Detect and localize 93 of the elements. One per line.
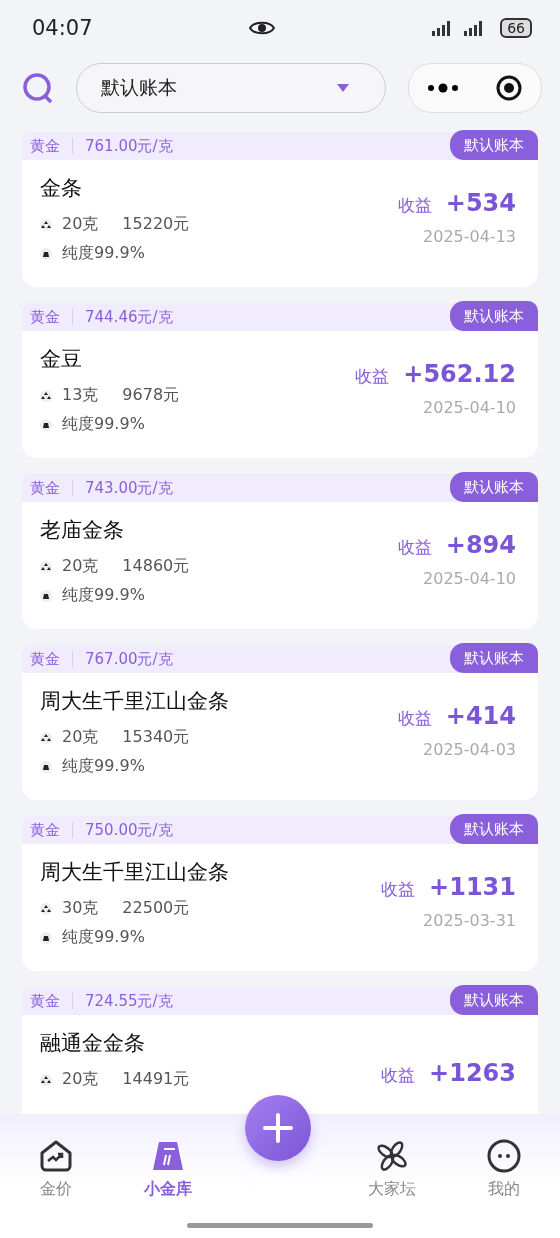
nav-tab[interactable]: 金价 (0, 1115, 112, 1238)
purity-text: 纯度99.9% (62, 927, 145, 948)
account-tag: 默认账本 (450, 301, 538, 331)
account-tag: 默认账本 (450, 643, 538, 673)
profit-label: 收益 (397, 707, 432, 730)
account-tag: 默认账本 (450, 814, 538, 844)
category-label: 黄金 (30, 649, 60, 669)
profit-label: 收益 (355, 365, 390, 388)
purity-text: 纯度99.9% (62, 756, 145, 777)
unit-price: 761.00元/克 (85, 136, 173, 156)
holding-card[interactable]: 周大生千里江山金条 20克 15340元 纯度99.9% 收益 +414 2025-04-03 (22, 673, 538, 800)
amount-text: 15340元 (122, 727, 190, 748)
item-name: 金豆 (40, 346, 83, 373)
account-selector[interactable]: 默认账本 (76, 63, 386, 113)
weight-text: 13克 (62, 385, 99, 406)
dropdown-caret-icon (337, 84, 349, 92)
face-circle-icon (486, 1139, 522, 1173)
item-name: 金条 (40, 175, 83, 202)
weight-text: 20克 (62, 214, 99, 235)
amount-text: 9678元 (122, 385, 180, 406)
plus-icon (263, 1113, 293, 1143)
purchase-date: 2025-04-13 (423, 227, 516, 246)
holding-card[interactable]: 金条 20克 15220元 纯度99.9% 收益 +534 2025-04-13 (22, 160, 538, 287)
category-label: 黄金 (30, 991, 60, 1011)
unit-price: 743.00元/克 (85, 478, 173, 498)
unit-price: 724.55元/克 (85, 991, 173, 1011)
weight-text: 20克 (62, 556, 99, 577)
weight-icon (40, 902, 52, 915)
ingot-icon (40, 418, 52, 431)
item-name: 周大生千里江山金条 (40, 688, 229, 715)
add-button[interactable] (245, 1095, 311, 1161)
weight-icon (40, 560, 52, 573)
unit-price: 750.00元/克 (85, 820, 173, 840)
close-target-icon[interactable] (495, 74, 523, 102)
more-icon[interactable] (427, 83, 459, 93)
profit-value: +414 (445, 702, 516, 730)
category-label: 黄金 (30, 820, 60, 840)
weight-icon (40, 731, 52, 744)
profit-label: 收益 (397, 536, 432, 559)
profit-label: 收益 (381, 878, 416, 901)
holding-card[interactable]: 金豆 13克 9678元 纯度99.9% 收益 +562.12 2025-04-10 (22, 331, 538, 458)
purity-text: 纯度99.9% (62, 414, 145, 435)
pinwheel-icon (374, 1139, 410, 1173)
item-name: 老庙金条 (40, 517, 125, 544)
ingot-icon (40, 247, 52, 260)
amount-text: 22500元 (122, 898, 190, 919)
category-label: 黄金 (30, 136, 60, 156)
profit-value: +1263 (429, 1058, 516, 1087)
ingot-icon (150, 1139, 186, 1173)
item-name: 周大生千里江山金条 (40, 859, 229, 886)
profit-value: +534 (445, 189, 516, 217)
account-tag: 默认账本 (450, 472, 538, 502)
status-time: 04:07 (32, 16, 93, 40)
profit-label: 收益 (381, 1063, 416, 1087)
chart-house-icon (38, 1139, 74, 1173)
purchase-date: 2025-04-03 (423, 740, 516, 759)
amount-text: 14491元 (122, 1069, 190, 1090)
purchase-date: 2025-04-10 (423, 569, 516, 588)
search-icon[interactable] (22, 72, 54, 104)
profit-value: +894 (445, 531, 516, 559)
amount-text: 14860元 (122, 556, 190, 577)
nav-tab[interactable]: 小金库 (112, 1115, 224, 1238)
holding-card[interactable]: 周大生千里江山金条 30克 22500元 纯度99.9% 收益 +1131 2025-03-31 (22, 844, 538, 971)
purity-text: 纯度99.9% (62, 243, 145, 264)
battery-level: 66 (500, 18, 532, 38)
ingot-icon (40, 931, 52, 944)
ingot-icon (40, 589, 52, 602)
unit-price: 767.00元/克 (85, 649, 173, 669)
nav-tab[interactable]: 大家坛 (336, 1115, 448, 1238)
account-tag: 默认账本 (450, 985, 538, 1015)
weight-text: 20克 (62, 727, 99, 748)
profit-value: +562.12 (403, 360, 516, 388)
unit-price: 744.46元/克 (85, 307, 173, 327)
nav-tab[interactable]: 我的 (448, 1115, 560, 1238)
weight-text: 30克 (62, 898, 99, 919)
profit-value: +1131 (429, 873, 516, 901)
weight-text: 20克 (62, 1069, 99, 1090)
holding-card[interactable]: 融通金金条 20克 14491元 收益 +1263 (22, 1015, 538, 1114)
ingot-icon (40, 760, 52, 773)
amount-text: 15220元 (122, 214, 190, 235)
weight-icon (40, 218, 52, 231)
category-label: 黄金 (30, 307, 60, 327)
eye-icon (249, 20, 276, 36)
purchase-date: 2025-03-31 (423, 911, 516, 930)
purchase-date: 2025-04-10 (423, 398, 516, 417)
holding-card[interactable]: 老庙金条 20克 14860元 纯度99.9% 收益 +894 2025-04-10 (22, 502, 538, 629)
weight-icon (40, 1073, 52, 1086)
account-tag: 默认账本 (450, 130, 538, 160)
profit-label: 收益 (397, 194, 432, 217)
purity-text: 纯度99.9% (62, 585, 145, 606)
category-label: 黄金 (30, 478, 60, 498)
weight-icon (40, 389, 52, 402)
item-name: 融通金金条 (40, 1030, 146, 1057)
